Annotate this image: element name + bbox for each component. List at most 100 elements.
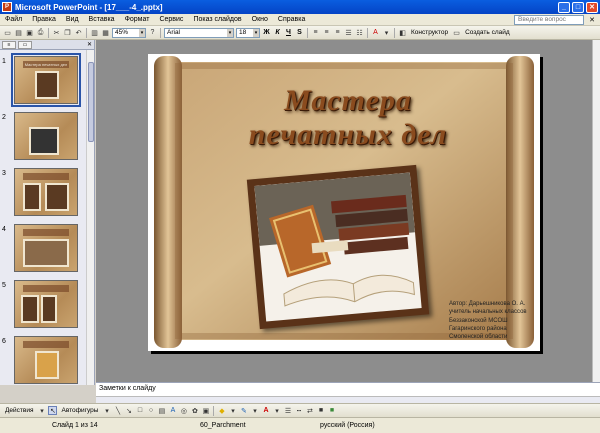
slide-thumbnail-6[interactable]: 6 — [0, 336, 86, 388]
notes-pane[interactable]: Заметки к слайду — [96, 382, 600, 396]
thumbnail-picture — [21, 295, 39, 323]
chevron-down-icon[interactable]: ▾ — [250, 406, 259, 415]
slide-thumbnail-5[interactable]: 5 — [0, 280, 86, 332]
wordart-icon[interactable]: A — [168, 406, 177, 415]
chart-icon[interactable]: ▥ — [90, 28, 99, 37]
chevron-down-icon[interactable]: ▾ — [37, 406, 46, 415]
textbox-icon[interactable]: ▤ — [157, 406, 166, 415]
horizontal-scrollbar[interactable] — [96, 396, 600, 403]
slide-thumbnail-1[interactable]: 1 Мастера печатных дел — [0, 53, 86, 108]
menu-help[interactable]: Справка — [273, 16, 310, 23]
line-style-icon[interactable]: ☰ — [283, 406, 292, 415]
print-icon[interactable]: ⎙ — [36, 28, 45, 37]
slide-title[interactable]: Мастера печатных дел — [208, 84, 488, 152]
powerpoint-icon[interactable]: P — [2, 2, 12, 12]
3d-style-icon[interactable]: ■ — [327, 406, 336, 415]
font-select[interactable]: Arial ▾ — [164, 27, 234, 38]
menu-view[interactable]: Вид — [61, 16, 84, 23]
toolbar-separator — [367, 27, 368, 38]
arrow-icon[interactable]: ↘ — [124, 406, 133, 415]
rectangle-icon[interactable]: □ — [135, 406, 144, 415]
thumbnail-title — [23, 173, 69, 180]
menu-window[interactable]: Окно — [247, 16, 273, 23]
italic-button[interactable]: К — [273, 28, 282, 38]
author-text[interactable]: Автор: Дарьешникова О. А. учитель началь… — [449, 300, 547, 341]
chevron-down-icon[interactable]: ▾ — [382, 28, 391, 37]
books-picture[interactable] — [246, 164, 430, 330]
save-icon[interactable]: ▣ — [25, 28, 34, 37]
chevron-down-icon[interactable]: ▾ — [272, 406, 281, 415]
font-color-icon[interactable]: A — [371, 28, 380, 37]
designer-button[interactable]: Конструктор — [411, 29, 448, 36]
align-right-icon[interactable]: ≡ — [333, 28, 342, 37]
select-objects-icon[interactable]: ↖ — [48, 406, 58, 415]
actions-menu[interactable]: Действия — [5, 407, 33, 414]
arrow-style-icon[interactable]: ⇄ — [305, 406, 314, 415]
close-button[interactable]: ✕ — [586, 1, 598, 13]
menu-bar: Файл Правка Вид Вставка Формат Сервис По… — [0, 14, 600, 26]
thumbnail-image — [14, 112, 78, 160]
minimize-button[interactable]: _ — [558, 1, 570, 13]
slide-thumbnail-2[interactable]: 2 — [0, 112, 86, 164]
fill-color-icon[interactable]: ◆ — [217, 406, 226, 415]
zoom-select[interactable]: 45% ▾ — [112, 27, 146, 38]
help-question-input[interactable]: Введите вопрос — [514, 14, 584, 25]
bold-button[interactable]: Ж — [262, 28, 271, 38]
copy-icon[interactable]: ❐ — [63, 28, 72, 37]
line-icon[interactable]: ╲ — [113, 406, 122, 415]
chevron-down-icon: ▾ — [227, 28, 233, 37]
new-icon[interactable]: ▭ — [3, 28, 12, 37]
thumbnails-scrollbar[interactable] — [86, 50, 94, 385]
author-line: учитель начальных классов — [449, 309, 527, 316]
oval-icon[interactable]: ○ — [146, 406, 155, 415]
underline-button[interactable]: Ч — [284, 28, 293, 38]
menu-format[interactable]: Формат — [120, 16, 155, 23]
author-line: Автор: Дарьешникова О. А. — [449, 301, 526, 307]
dash-style-icon[interactable]: ┅ — [294, 406, 303, 415]
menu-tools[interactable]: Сервис — [154, 16, 188, 23]
toolbar-separator — [160, 27, 161, 38]
align-center-icon[interactable]: ≡ — [322, 28, 331, 37]
font-size-select[interactable]: 18 ▾ — [236, 27, 260, 38]
slide-thumbnail-4[interactable]: 4 — [0, 224, 86, 276]
new-slide-button[interactable]: Создать слайд — [465, 29, 510, 36]
scrollbar-thumb[interactable] — [88, 62, 94, 142]
tab-slides[interactable]: ▭ — [18, 40, 32, 49]
table-icon[interactable]: ▦ — [101, 28, 110, 37]
numbering-icon[interactable]: ☷ — [355, 28, 364, 37]
cut-icon[interactable]: ✂ — [52, 28, 61, 37]
menu-edit[interactable]: Правка — [27, 16, 61, 23]
shadow-button[interactable]: S — [295, 28, 304, 38]
menu-file[interactable]: Файл — [0, 16, 27, 23]
maximize-button[interactable]: □ — [572, 1, 584, 13]
help-icon[interactable]: ? — [148, 28, 157, 37]
align-left-icon[interactable]: ≡ — [311, 28, 320, 37]
close-icon[interactable]: ✕ — [87, 41, 92, 48]
clipart-icon[interactable]: ✿ — [190, 406, 199, 415]
thumbnail-image — [14, 336, 78, 384]
shadow-style-icon[interactable]: ■ — [316, 406, 325, 415]
thumbnail-image — [14, 280, 78, 328]
author-line: Смоленской области — [449, 334, 508, 341]
autoshapes-menu[interactable]: Автофигуры — [61, 407, 98, 414]
thumbnail-picture — [29, 127, 59, 155]
slide-number: 2 — [2, 114, 6, 121]
toolbar-separator — [213, 405, 215, 416]
chevron-down-icon[interactable]: ▾ — [102, 406, 111, 415]
open-icon[interactable]: ▤ — [14, 28, 23, 37]
current-slide[interactable]: Мастера печатных дел Автор: Дарьешникова… — [148, 54, 540, 351]
bullets-icon[interactable]: ☰ — [344, 28, 353, 37]
slide-scrollbar[interactable] — [592, 40, 600, 382]
slide-thumbnail-3[interactable]: 3 — [0, 168, 86, 220]
chevron-down-icon[interactable]: ▾ — [228, 406, 237, 415]
thumbnail-image — [14, 224, 78, 272]
picture-icon[interactable]: ▣ — [201, 406, 210, 415]
undo-icon[interactable]: ↶ — [74, 28, 83, 37]
line-color-icon[interactable]: ✎ — [239, 406, 248, 415]
diagram-icon[interactable]: ◎ — [179, 406, 188, 415]
menu-slideshow[interactable]: Показ слайдов — [188, 16, 246, 23]
font-color-icon[interactable]: A — [261, 406, 270, 415]
tab-outline[interactable]: ≡ — [2, 40, 16, 49]
menu-insert[interactable]: Вставка — [84, 16, 120, 23]
close-document-button[interactable]: ✕ — [587, 16, 597, 24]
